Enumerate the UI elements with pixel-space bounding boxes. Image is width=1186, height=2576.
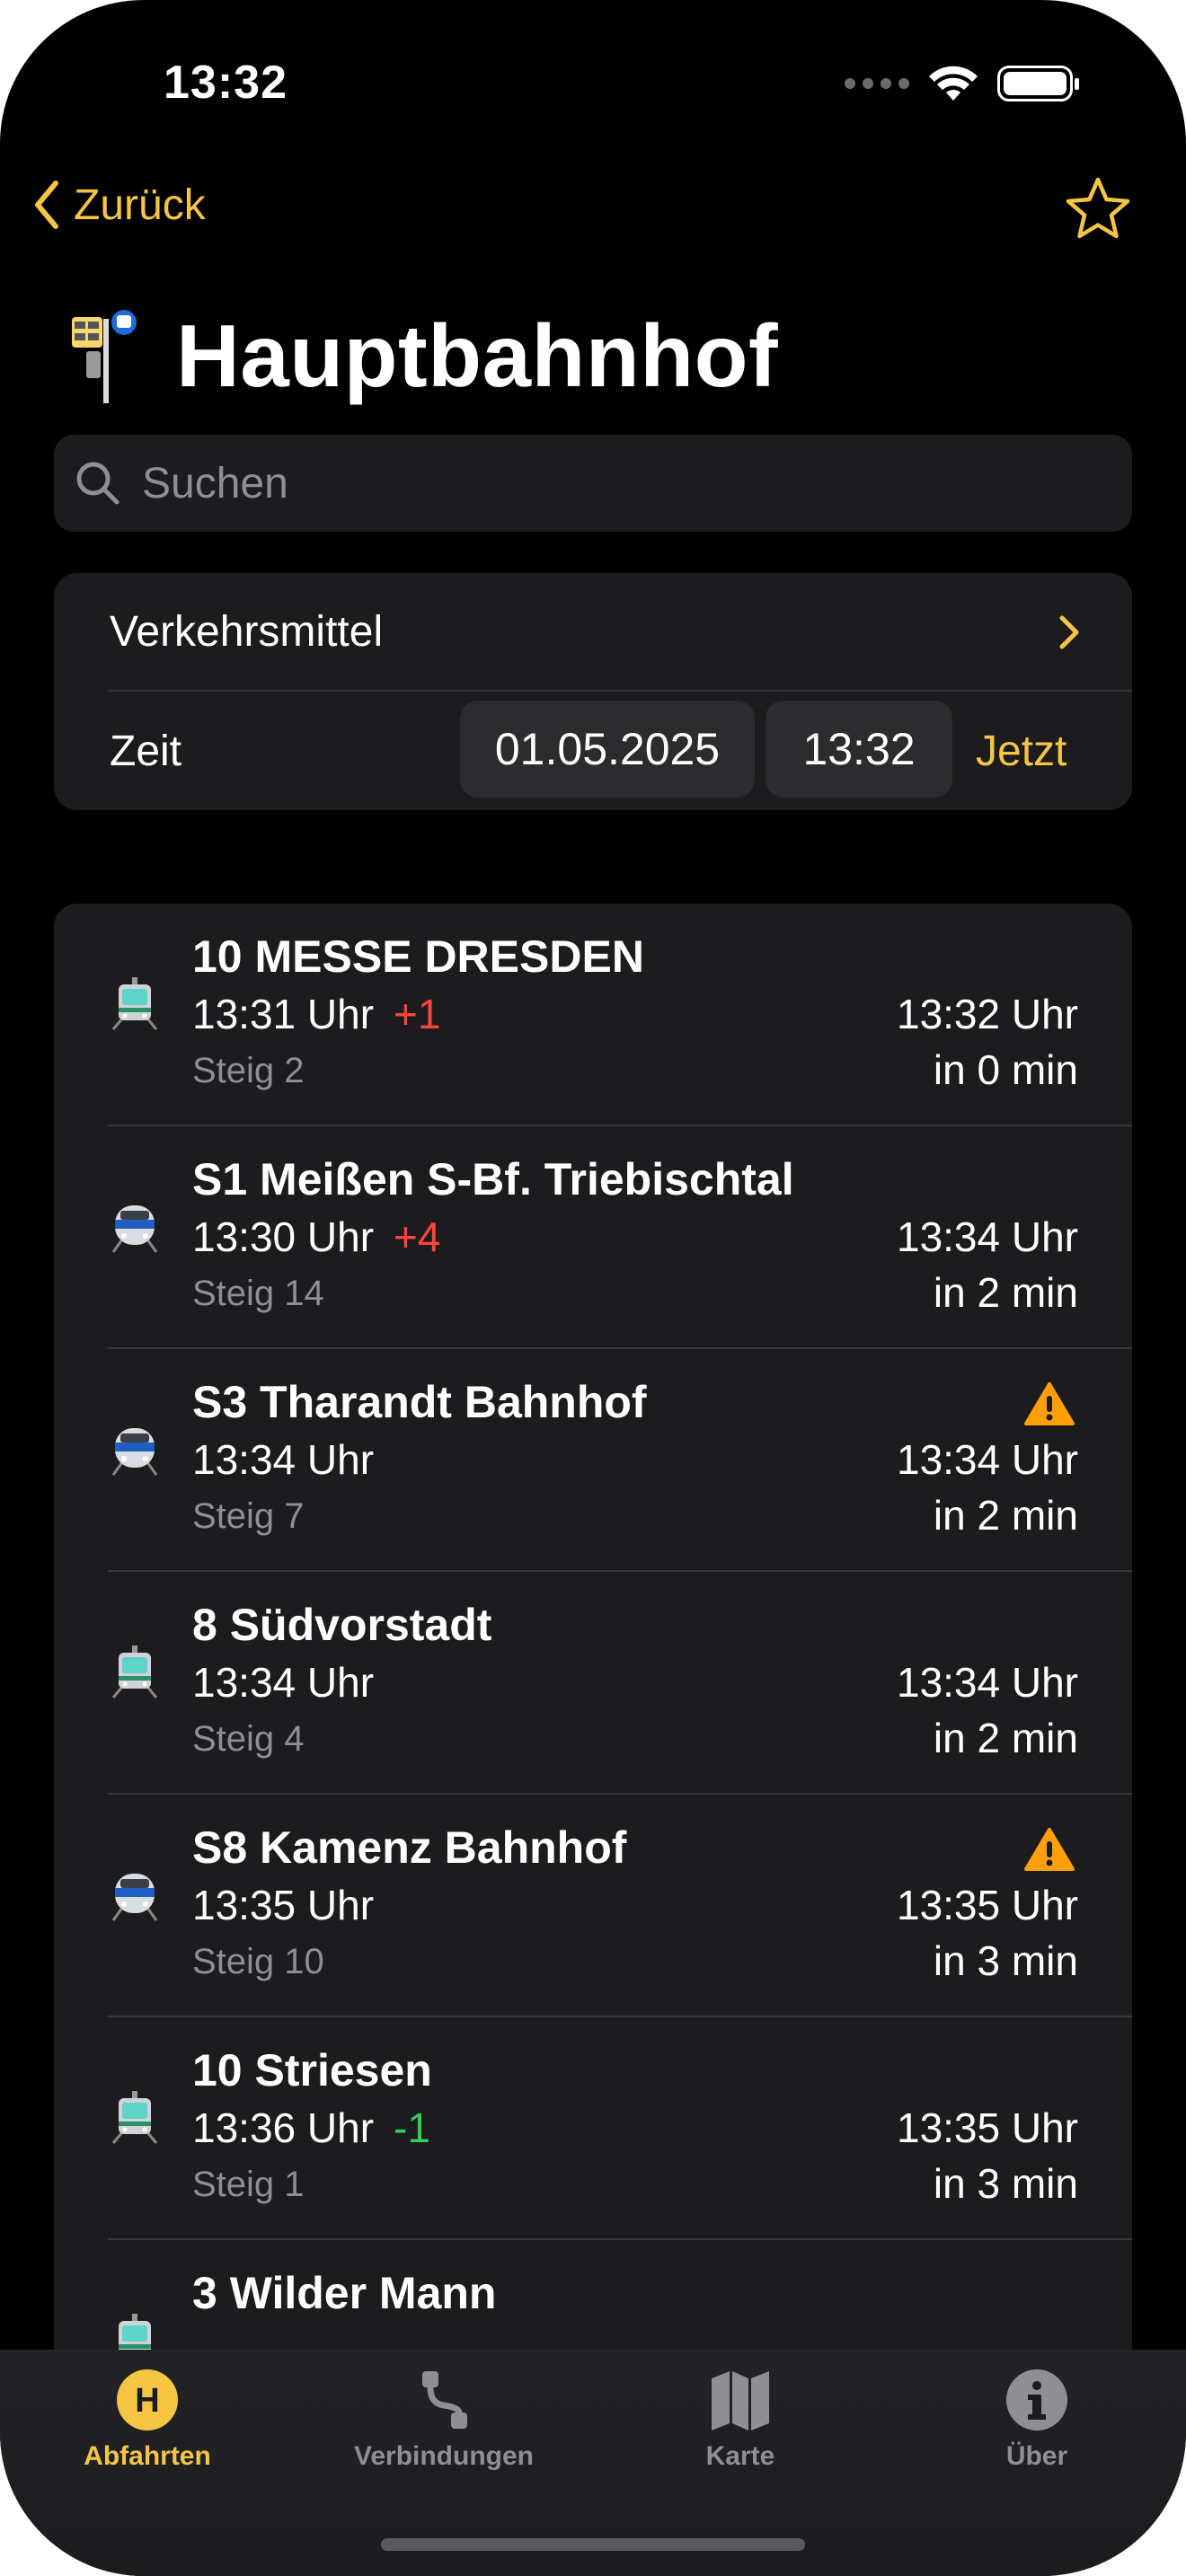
actual-time: 13:34 Uhr: [896, 1213, 1078, 1260]
platform-label: Steig 7: [192, 1496, 305, 1536]
relative-time: in 3 min: [933, 1937, 1078, 1984]
title-row: Hauptbahnhof: [72, 305, 778, 407]
relative-time: in 0 min: [933, 1046, 1078, 1093]
line-name: 3 Wilder Mann: [192, 2268, 497, 2318]
departure-row[interactable]: 10 Striesen 13:36 Uhr -1 Steig 1 13:35 Uhr in…: [54, 2017, 1132, 2240]
time-label: Zeit: [110, 727, 182, 775]
tab-abfahrten[interactable]: H Abfahrten: [40, 2368, 255, 2472]
planned-time: 13:34 Uhr: [192, 1658, 374, 1707]
relative-time: in 2 min: [933, 1492, 1078, 1539]
departure-row[interactable]: S8 Kamenz Bahnhof 13:35 Uhr Steig 10 13:35 …: [54, 1795, 1132, 2017]
back-label: Zurück: [74, 181, 206, 229]
wifi-icon: [929, 66, 978, 101]
tab-label: Verbindungen: [353, 2441, 534, 2471]
tab-label: Über: [1005, 2441, 1068, 2471]
tram-icon: [108, 1645, 162, 1707]
info-icon: [1006, 2369, 1067, 2430]
planned-time: 13:35 Uhr: [192, 1881, 374, 1929]
actual-time: 13:34 Uhr: [896, 1436, 1078, 1483]
departures-list: 10 MESSE DRESDEN 13:31 Uhr +1 Steig 2 13:32 …: [54, 904, 1132, 2430]
train-icon: [108, 1423, 162, 1485]
now-button[interactable]: Jetzt: [976, 692, 1067, 810]
line-name: 10 MESSE DRESDEN: [192, 931, 644, 982]
train-icon: [108, 1200, 162, 1262]
route-icon: [422, 2371, 467, 2429]
line-name: S1 Meißen S-Bf. Triebischtal: [192, 1154, 794, 1204]
star-icon: [1066, 177, 1130, 239]
h-station-icon: H: [117, 2369, 178, 2430]
line-name: 10 Striesen: [192, 2045, 432, 2095]
line-name: S8 Kamenz Bahnhof: [192, 1822, 627, 1873]
favorite-button[interactable]: [1064, 176, 1132, 245]
tab-ueber[interactable]: Über: [929, 2368, 1145, 2472]
relative-time: in 2 min: [933, 1715, 1078, 1761]
search-input[interactable]: [140, 457, 1042, 509]
time-filter-row: Zeit 01.05.2025 13:32 Jetzt: [54, 692, 1132, 810]
status-icons: [845, 65, 1079, 102]
transport-label: Verkehrsmittel: [110, 607, 384, 656]
relative-time: in 3 min: [933, 2160, 1078, 2207]
search-bar[interactable]: [54, 435, 1132, 532]
planned-time: 13:34 Uhr: [192, 1435, 374, 1484]
filter-card: Verkehrsmittel Zeit 01.05.2025 13:32 Jet…: [54, 573, 1132, 810]
planned-time-text: 13:34 Uhr: [192, 1659, 375, 1706]
tab-verbindungen[interactable]: Verbindungen: [336, 2368, 552, 2472]
platform-label: Steig 2: [192, 1051, 305, 1090]
actual-time: 13:35 Uhr: [896, 2104, 1078, 2151]
battery-icon: [997, 66, 1079, 101]
actual-time: 13:35 Uhr: [896, 1882, 1078, 1928]
platform-label: Steig 10: [192, 1942, 324, 1981]
departure-row[interactable]: 8 Südvorstadt 13:34 Uhr Steig 4 13:34 Uhr in…: [54, 1572, 1132, 1795]
search-icon: [76, 462, 119, 505]
actual-time: 13:34 Uhr: [896, 1659, 1078, 1706]
svg-text:H: H: [135, 2382, 159, 2420]
delay-badge: +1: [394, 991, 441, 1037]
planned-time-text: 13:35 Uhr: [192, 1882, 375, 1928]
chevron-left-icon: [35, 181, 58, 229]
planned-time-text: 13:30 Uhr: [192, 1213, 375, 1260]
planned-time-text: 13:34 Uhr: [192, 1436, 375, 1483]
tab-karte[interactable]: Karte: [633, 2368, 848, 2472]
relative-time: in 2 min: [933, 1269, 1078, 1316]
planned-time-text: 13:36 Uhr: [192, 2104, 375, 2151]
tram-icon: [108, 2091, 162, 2153]
line-name: 8 Südvorstadt: [192, 1600, 492, 1650]
train-icon: [108, 1868, 162, 1930]
departure-row[interactable]: 10 MESSE DRESDEN 13:31 Uhr +1 Steig 2 13:32 …: [54, 904, 1132, 1126]
tab-label: Abfahrten: [84, 2441, 211, 2471]
chevron-right-icon: [1059, 615, 1079, 649]
bus-stop-icon: [72, 309, 140, 403]
tab-label: Karte: [705, 2441, 775, 2471]
platform-label: Steig 14: [192, 1274, 324, 1313]
warning-icon[interactable]: [1024, 1827, 1075, 1876]
departure-row[interactable]: S1 Meißen S-Bf. Triebischtal 13:30 Uhr +4 S…: [54, 1126, 1132, 1349]
phone-screen: 13:32 Zurück Hauptbahnhof Suchen Verkehr…: [0, 0, 1186, 2576]
delay-badge: +4: [394, 1213, 441, 1260]
line-name: S3 Tharandt Bahnhof: [192, 1377, 647, 1427]
signal-icon: [845, 78, 909, 89]
warning-icon[interactable]: [1024, 1381, 1075, 1431]
page-title: Hauptbahnhof: [176, 306, 779, 405]
platform-label: Steig 1: [192, 2165, 305, 2204]
planned-time: 13:31 Uhr +1: [192, 990, 440, 1038]
platform-label: Steig 4: [192, 1719, 305, 1759]
home-indicator: [381, 2538, 805, 2551]
delay-badge: -1: [394, 2104, 430, 2151]
transport-filter-row[interactable]: Verkehrsmittel: [54, 573, 1132, 690]
time-picker[interactable]: 13:32: [766, 701, 952, 798]
departure-row[interactable]: S3 Tharandt Bahnhof 13:34 Uhr Steig 7 13:34…: [54, 1349, 1132, 1572]
actual-time: 13:32 Uhr: [896, 991, 1078, 1037]
planned-time-text: 13:31 Uhr: [192, 991, 375, 1037]
back-button[interactable]: Zurück: [32, 180, 206, 230]
planned-time: 13:30 Uhr +4: [192, 1213, 440, 1261]
planned-time: 13:36 Uhr -1: [192, 2104, 430, 2152]
tram-icon: [108, 977, 162, 1039]
date-picker[interactable]: 01.05.2025: [460, 701, 755, 798]
map-icon: [712, 2371, 769, 2430]
status-time: 13:32: [164, 57, 288, 109]
